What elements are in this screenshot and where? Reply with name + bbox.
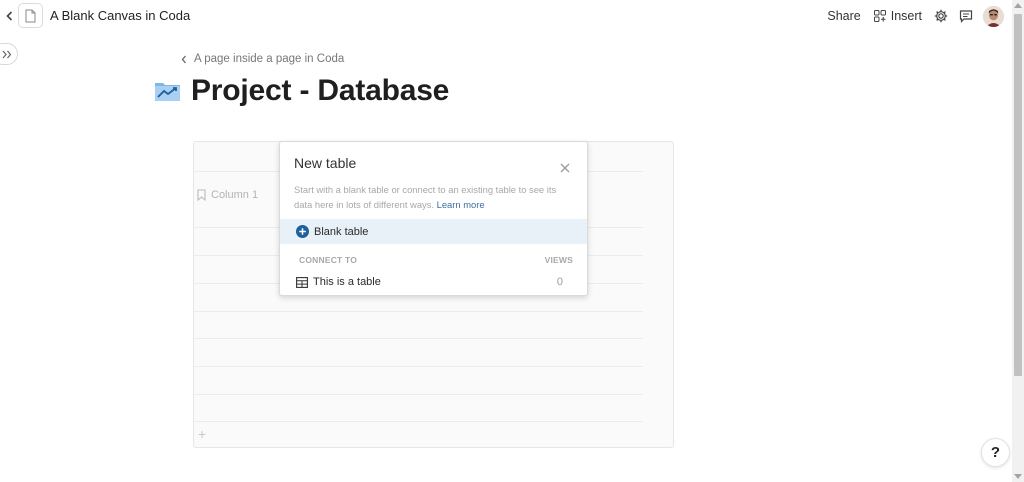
blank-table-option[interactable]: Blank table [280,219,587,244]
share-button[interactable]: Share [827,9,860,23]
help-button[interactable]: ? [981,438,1010,467]
insert-grid-icon [873,10,886,22]
chevron-left-icon[interactable] [3,8,15,24]
plus-circle-icon [296,225,309,238]
add-row-button[interactable]: + [198,427,206,441]
new-table-popup: New table Start with a blank table or co… [279,141,588,296]
table-divider [194,421,643,422]
comment-icon[interactable] [958,8,974,24]
insert-label: Insert [890,9,922,23]
connect-to-header: CONNECT TO [299,255,358,265]
bookmark-icon [197,189,206,201]
top-bar: A Blank Canvas in Coda Share Insert [0,0,1012,32]
sidebar-expand-button[interactable] [0,43,18,65]
table-divider [194,311,643,312]
blank-table-label: Blank table [314,225,369,238]
chevron-left-icon [181,55,186,63]
table-divider [194,394,643,395]
breadcrumb[interactable]: A page inside a page in Coda [181,53,344,65]
vertical-scrollbar[interactable] [1012,0,1024,482]
scroll-down-arrow-icon[interactable] [1014,474,1022,479]
scroll-thumb[interactable] [1014,14,1022,376]
top-actions: Share Insert [827,4,1004,28]
views-header: VIEWS [544,255,573,265]
connect-table-left: This is a table [296,276,381,288]
chart-increasing-icon[interactable] [154,80,181,102]
breadcrumb-label: A page inside a page in Coda [194,53,345,65]
doc-title[interactable]: A Blank Canvas in Coda [50,8,190,23]
avatar[interactable] [983,5,1004,27]
document-icon[interactable] [18,3,43,28]
table-divider [194,338,643,339]
column-header[interactable]: Column 1 [197,189,258,201]
double-chevron-right-icon [2,50,12,58]
learn-more-link[interactable]: Learn more [437,199,485,210]
table-divider [194,366,643,367]
page-title[interactable]: Project - Database [191,74,449,108]
gear-icon[interactable] [933,8,949,24]
close-icon[interactable] [558,161,572,175]
insert-button[interactable]: Insert [873,9,922,23]
column-header-label: Column 1 [211,189,259,201]
connect-table-label: This is a table [313,276,381,288]
popup-description: Start with a blank table or connect to a… [294,182,570,212]
connect-table-views-count: 0 [556,276,563,288]
page-header: Project - Database [154,74,449,108]
connect-table-option[interactable]: This is a table 0 [296,276,563,288]
popup-description-text: Start with a blank table or connect to a… [294,184,557,210]
popup-title: New table [294,155,357,171]
connect-section-header: CONNECT TO VIEWS [299,255,573,265]
table-icon [296,276,308,288]
scroll-up-arrow-icon[interactable] [1014,3,1022,8]
